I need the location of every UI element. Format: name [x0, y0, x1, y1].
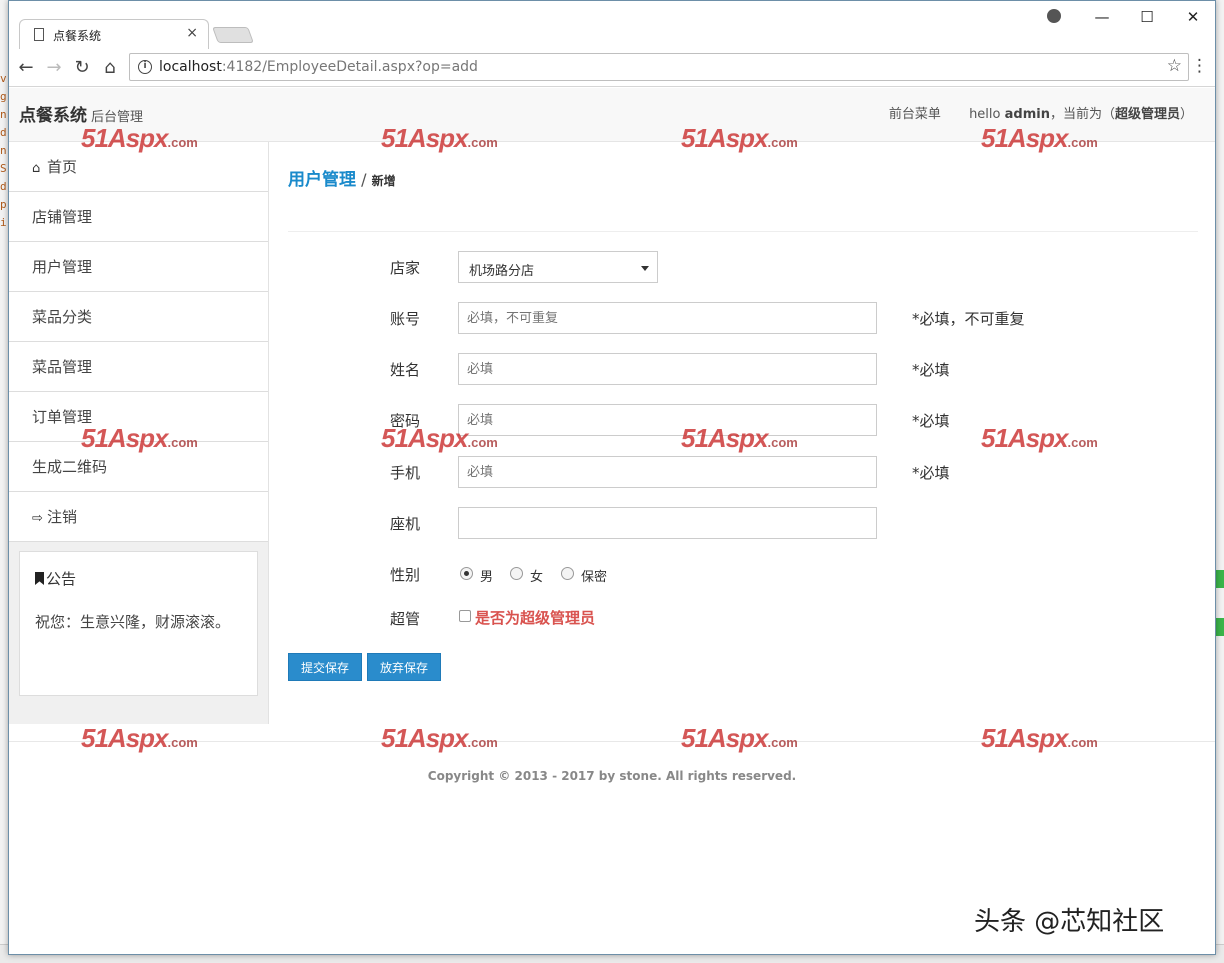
- credit-watermark: 头条 @芯知社区: [974, 907, 1165, 937]
- name-hint: *必填: [912, 361, 950, 379]
- submit-button[interactable]: 提交保存: [288, 653, 362, 681]
- admin-label: 超管: [390, 610, 421, 628]
- notice-panel: 公告 祝您：生意兴隆，财源滚滚。: [19, 551, 258, 696]
- gender-option-label: 女: [530, 570, 544, 585]
- sidebar-item-dish-categories[interactable]: 菜品分类: [9, 292, 268, 342]
- notice-body: 祝您：生意兴隆，财源滚滚。: [35, 613, 231, 631]
- watermark-logo: 51Aspx.com: [381, 723, 498, 753]
- reload-icon[interactable]: ↻: [71, 57, 93, 78]
- browser-window: 点餐系统 × — ☐ ✕ ← → ↻ ⌂ i localhost:4182/Em…: [8, 0, 1216, 955]
- name-label: 姓名: [390, 361, 421, 379]
- home-icon[interactable]: ⌂: [99, 57, 121, 78]
- name-input[interactable]: [458, 353, 877, 385]
- phone-row: 座机: [288, 507, 1198, 539]
- header-user-area: 前台菜单 hello admin，当前为（超级管理员）: [888, 107, 1193, 122]
- watermark-logo: 51Aspx.com: [981, 123, 1098, 153]
- sidebar-item-logout[interactable]: ⇨ 注销: [9, 492, 268, 542]
- close-window-button[interactable]: ✕: [1170, 5, 1216, 29]
- gender-row: 性别 男 女 保密: [288, 558, 1198, 590]
- maximize-button[interactable]: ☐: [1124, 5, 1170, 29]
- background-green-mark: [1216, 618, 1224, 636]
- sidebar-item-users[interactable]: 用户管理: [9, 242, 268, 292]
- tab-title: 点餐系统: [53, 29, 102, 43]
- gender-radio-secret[interactable]: [561, 567, 574, 580]
- admin-checkbox[interactable]: [459, 610, 471, 622]
- back-icon[interactable]: ←: [15, 57, 37, 78]
- gender-radio-male[interactable]: [460, 567, 473, 580]
- account-input[interactable]: [458, 302, 877, 334]
- watermark-logo: 51Aspx.com: [81, 723, 198, 753]
- sidebar-item-dishes[interactable]: 菜品管理: [9, 342, 268, 392]
- breadcrumb-section-link[interactable]: 用户管理: [288, 170, 356, 190]
- watermark-logo: 51Aspx.com: [981, 723, 1098, 753]
- mobile-input[interactable]: [458, 456, 877, 488]
- tab-close-icon[interactable]: ×: [186, 25, 198, 41]
- admin-checkbox-label[interactable]: 是否为超级管理员: [475, 607, 595, 628]
- watermark-logo: 51Aspx.com: [681, 723, 798, 753]
- username: admin: [1004, 107, 1050, 122]
- account-row: 账号 *必填，不可重复: [288, 302, 1198, 334]
- background-code-text: v g n d n S d p i: [0, 72, 7, 229]
- info-icon[interactable]: i: [138, 60, 152, 74]
- browser-menu-icon[interactable]: ⋮: [1191, 56, 1208, 76]
- background-green-mark: [1216, 570, 1224, 588]
- watermark-logo: 51Aspx.com: [381, 123, 498, 153]
- minimize-button[interactable]: —: [1079, 5, 1125, 29]
- notice-title: 公告: [35, 568, 242, 589]
- sidebar-item-stores[interactable]: 店铺管理: [9, 192, 268, 242]
- new-tab-button[interactable]: [212, 27, 254, 43]
- breadcrumb: 用户管理 / 新增: [288, 170, 396, 190]
- address-bar: ← → ↻ ⌂ i localhost:4182/EmployeeDetail.…: [9, 49, 1215, 87]
- mobile-hint: *必填: [912, 464, 950, 482]
- user-role: 超级管理员: [1114, 107, 1180, 122]
- watermark-logo: 51Aspx.com: [81, 423, 198, 453]
- password-input[interactable]: [458, 404, 877, 436]
- gender-option-label: 保密: [581, 570, 608, 585]
- gender-label: 性别: [390, 566, 421, 584]
- forward-icon[interactable]: →: [43, 57, 65, 78]
- page-icon: [34, 28, 44, 41]
- gender-option-label: 男: [480, 570, 494, 585]
- admin-row: 超管 是否为超级管理员: [288, 602, 1198, 634]
- store-select[interactable]: 机场路分店: [458, 251, 658, 283]
- name-row: 姓名 *必填: [288, 353, 1198, 385]
- phone-input[interactable]: [458, 507, 877, 539]
- gender-radio-female[interactable]: [510, 567, 523, 580]
- divider: [288, 231, 1198, 232]
- password-hint: *必填: [912, 412, 950, 430]
- watermark-logo: 51Aspx.com: [981, 423, 1098, 453]
- account-label: 账号: [390, 310, 421, 328]
- watermark-logo: 51Aspx.com: [381, 423, 498, 453]
- home-icon: ⌂: [32, 161, 41, 176]
- mobile-label: 手机: [390, 464, 421, 482]
- url-input[interactable]: i localhost:4182/EmployeeDetail.aspx?op=…: [129, 53, 1189, 81]
- account-hint: *必填，不可重复: [912, 310, 1025, 328]
- breadcrumb-current: 新增: [371, 174, 396, 188]
- store-label: 店家: [390, 259, 421, 277]
- bookmark-star-icon[interactable]: ☆: [1167, 56, 1182, 76]
- logout-icon: ⇨: [32, 511, 43, 526]
- url-text: localhost:4182/EmployeeDetail.aspx?op=ad…: [159, 59, 478, 75]
- bookmark-icon: [35, 572, 44, 585]
- mobile-row: 手机 *必填: [288, 456, 1198, 488]
- store-row: 店家 机场路分店: [288, 251, 1198, 283]
- front-menu-link[interactable]: 前台菜单: [889, 107, 941, 122]
- watermark-logo: 51Aspx.com: [681, 423, 798, 453]
- chevron-down-icon: [641, 266, 649, 271]
- phone-label: 座机: [390, 515, 421, 533]
- profile-icon[interactable]: [1047, 9, 1061, 23]
- browser-titlebar: 点餐系统 × — ☐ ✕: [9, 1, 1215, 49]
- browser-tab[interactable]: 点餐系统 ×: [19, 19, 209, 49]
- watermark-logo: 51Aspx.com: [681, 123, 798, 153]
- footer-copyright: Copyright © 2013 - 2017 by stone. All ri…: [427, 769, 797, 783]
- watermark-logo: 51Aspx.com: [81, 123, 198, 153]
- cancel-button[interactable]: 放弃保存: [367, 653, 441, 681]
